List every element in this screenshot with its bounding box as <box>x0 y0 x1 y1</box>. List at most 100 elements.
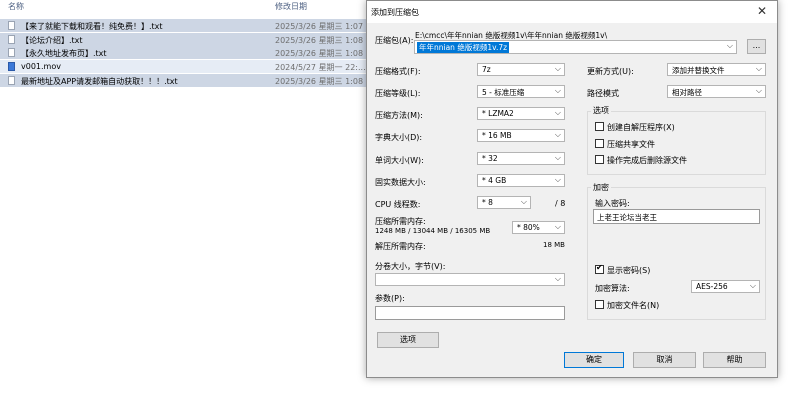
show-password-label: 显示密码(S) <box>607 266 651 275</box>
cancel-button[interactable]: 取消 <box>633 352 696 368</box>
password-input[interactable]: 上老王论坛当老王 <box>593 209 760 224</box>
password-label: 输入密码: <box>595 199 630 208</box>
shared-files-checkbox[interactable] <box>595 139 604 148</box>
chevron-down-icon: ⌵ <box>554 64 561 73</box>
word-size-label: 单词大小(W): <box>375 156 424 165</box>
delete-after-label: 操作完成后删除源文件 <box>607 156 687 165</box>
browse-button[interactable]: ... <box>747 39 766 54</box>
mem-compress-detail: 1248 MB / 13044 MB / 16305 MB <box>375 227 491 235</box>
file-name: 最新地址及APP请发邮箱自动获取！！！.txt <box>21 77 178 86</box>
file-name: 【论坛介绍】.txt <box>21 36 83 45</box>
path-mode-select[interactable]: 相对路径 ⌵ <box>667 85 766 98</box>
close-icon[interactable]: ✕ <box>757 4 767 18</box>
path-mode-label: 路径模式 <box>587 89 619 98</box>
mem-percent-select[interactable]: * 80% ⌵ <box>512 221 565 234</box>
video-file-icon <box>8 62 15 71</box>
file-date: 2025/3/26 星期三 1:08 <box>275 77 364 86</box>
dictionary-value: * 16 MB <box>482 131 512 140</box>
dictionary-select[interactable]: * 16 MB ⌵ <box>477 129 565 142</box>
enc-method-value: AES-256 <box>696 282 728 291</box>
method-value: * LZMA2 <box>482 109 514 118</box>
file-date: 2025/3/26 星期三 1:07 <box>275 22 364 31</box>
archive-label: 压缩包(A): <box>375 36 414 45</box>
options-button[interactable]: 选项 <box>377 332 439 348</box>
format-label: 压缩格式(F): <box>375 67 421 76</box>
enc-method-label: 加密算法: <box>595 284 630 293</box>
word-size-value: * 32 <box>482 154 498 163</box>
dialog-title: 添加到压缩包 <box>371 8 419 17</box>
level-value: 5 - 标准压缩 <box>482 88 525 97</box>
format-select[interactable]: 7z ⌵ <box>477 63 565 76</box>
file-row[interactable]: 【论坛介绍】.txt 2025/3/26 星期三 1:08 <box>0 33 370 46</box>
enc-method-select[interactable]: AES-256 ⌵ <box>691 280 760 293</box>
update-mode-label: 更新方式(U): <box>587 67 634 76</box>
sfx-checkbox[interactable] <box>595 122 604 131</box>
word-size-select[interactable]: * 32 ⌵ <box>477 152 565 165</box>
chevron-down-icon: ⌵ <box>554 108 561 117</box>
file-row[interactable]: 【永久地址发布页】.txt 2025/3/26 星期三 1:08 <box>0 46 370 59</box>
file-row[interactable]: 【来了就能下载和观看！纯免费！】.txt 2025/3/26 星期三 1:07 <box>0 19 370 32</box>
cpu-threads-label: CPU 线程数: <box>375 200 421 209</box>
update-mode-value: 添加并替换文件 <box>672 66 725 75</box>
cpu-threads-select[interactable]: * 8 ⌵ <box>477 196 531 209</box>
encryption-group-title: 加密 <box>591 182 611 193</box>
txt-file-icon <box>8 48 15 57</box>
method-select[interactable]: * LZMA2 ⌵ <box>477 107 565 120</box>
params-label: 参数(P): <box>375 294 405 303</box>
level-label: 压缩等级(L): <box>375 89 421 98</box>
delete-after-checkbox[interactable] <box>595 155 604 164</box>
chevron-down-icon: ⌵ <box>755 86 762 95</box>
txt-file-icon <box>8 21 15 30</box>
file-name: v001.mov <box>21 62 61 71</box>
chevron-down-icon: ⌵ <box>554 274 561 283</box>
file-name: 【来了就能下载和观看！纯免费！】.txt <box>21 22 163 31</box>
chevron-down-icon: ⌵ <box>520 197 527 206</box>
mem-decompress-label: 解压所需内存: <box>375 242 426 251</box>
solid-size-select[interactable]: * 4 GB ⌵ <box>477 174 565 187</box>
chevron-down-icon: ⌵ <box>755 64 762 73</box>
file-name: 【永久地址发布页】.txt <box>21 49 107 58</box>
chevron-down-icon: ⌵ <box>749 281 756 290</box>
chevron-down-icon: ⌵ <box>554 175 561 184</box>
file-row[interactable]: 最新地址及APP请发邮箱自动获取！！！.txt 2025/3/26 星期三 1:… <box>0 74 370 87</box>
chevron-down-icon: ⌵ <box>726 41 733 50</box>
update-mode-select[interactable]: 添加并替换文件 ⌵ <box>667 63 766 76</box>
mem-decompress-value: 18 MB <box>543 241 565 249</box>
archive-name-combo[interactable]: 年年nnian 绝版视频1v.7z ⌵ <box>414 40 737 54</box>
file-row[interactable]: v001.mov 2024/5/27 星期一 22:... <box>0 60 370 73</box>
column-header-name[interactable]: 名称 <box>8 1 24 12</box>
dictionary-label: 字典大小(D): <box>375 133 423 142</box>
help-button[interactable]: 帮助 <box>703 352 766 368</box>
txt-file-icon <box>8 35 15 44</box>
password-value: 上老王论坛当老王 <box>597 213 657 222</box>
file-date: 2024/5/27 星期一 22:... <box>275 63 366 72</box>
dialog-titlebar: 添加到压缩包 ✕ <box>367 1 777 23</box>
chevron-down-icon: ⌵ <box>554 86 561 95</box>
shared-files-label: 压缩共享文件 <box>607 140 655 149</box>
format-value: 7z <box>482 65 491 74</box>
params-input[interactable] <box>375 306 565 320</box>
ok-button[interactable]: 确定 <box>564 352 624 368</box>
cpu-total: / 8 <box>555 199 566 208</box>
encrypt-names-label: 加密文件名(N) <box>607 301 660 310</box>
txt-file-icon <box>8 76 15 85</box>
file-date: 2025/3/26 星期三 1:08 <box>275 36 364 45</box>
chevron-down-icon: ⌵ <box>554 222 561 231</box>
solid-size-label: 固实数据大小: <box>375 178 426 187</box>
chevron-down-icon: ⌵ <box>554 153 561 162</box>
method-label: 压缩方法(M): <box>375 111 423 120</box>
show-password-checkbox[interactable] <box>595 263 604 274</box>
level-select[interactable]: 5 - 标准压缩 ⌵ <box>477 85 565 98</box>
solid-size-value: * 4 GB <box>482 176 507 185</box>
mem-percent-value: * 80% <box>517 223 540 232</box>
mem-compress-label: 压缩所需内存: <box>375 217 426 226</box>
archive-name-input[interactable]: 年年nnian 绝版视频1v.7z <box>417 42 510 53</box>
encrypt-names-checkbox[interactable] <box>595 300 604 309</box>
cpu-threads-value: * 8 <box>482 198 493 207</box>
split-size-combo[interactable]: ⌵ <box>375 273 565 286</box>
options-group-title: 选项 <box>591 105 611 116</box>
column-header-date[interactable]: 修改日期 <box>275 1 307 12</box>
add-to-archive-dialog: 添加到压缩包 ✕ 压缩包(A): E:\cmcc\年年nnian 绝版视频1v\… <box>366 0 778 378</box>
split-label: 分卷大小，字节(V): <box>375 262 446 271</box>
file-date: 2025/3/26 星期三 1:08 <box>275 49 364 58</box>
